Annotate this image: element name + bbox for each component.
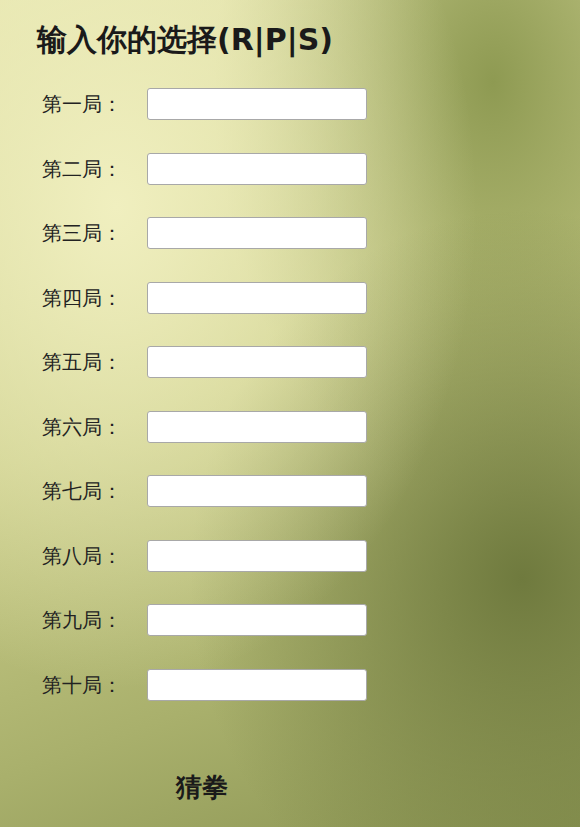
round-row: 第六局： bbox=[0, 411, 580, 443]
round-input[interactable] bbox=[147, 217, 367, 249]
round-row: 第八局： bbox=[0, 540, 580, 572]
round-row: 第二局： bbox=[0, 153, 580, 185]
round-label: 第十局： bbox=[42, 671, 147, 699]
round-label: 第四局： bbox=[42, 284, 147, 312]
round-label: 第二局： bbox=[42, 155, 147, 183]
round-row: 第四局： bbox=[0, 282, 580, 314]
forest-photo-page: 输入你的选择(R|P|S) 第一局： 第二局： 第三局： 第四局： 第五局： 第六局： 第七局… bbox=[0, 0, 580, 827]
round-input[interactable] bbox=[147, 669, 367, 701]
round-input[interactable] bbox=[147, 540, 367, 572]
round-input[interactable] bbox=[147, 153, 367, 185]
round-input[interactable] bbox=[147, 604, 367, 636]
round-label: 第八局： bbox=[42, 542, 147, 570]
round-row: 第九局： bbox=[0, 604, 580, 636]
round-row: 第三局： bbox=[0, 217, 580, 249]
round-label: 第九局： bbox=[42, 606, 147, 634]
round-input[interactable] bbox=[147, 88, 367, 120]
round-row: 第五局： bbox=[0, 346, 580, 378]
round-input[interactable] bbox=[147, 475, 367, 507]
round-input[interactable] bbox=[147, 346, 367, 378]
round-row: 第一局： bbox=[0, 88, 580, 120]
round-label: 第五局： bbox=[42, 348, 147, 376]
round-list: 第一局： 第二局： 第三局： 第四局： 第五局： 第六局： 第七局： 第八局： 第九局： 第十局： bbox=[0, 88, 580, 701]
round-label: 第一局： bbox=[42, 90, 147, 118]
round-label: 第三局： bbox=[42, 219, 147, 247]
round-label: 第七局： bbox=[42, 477, 147, 505]
heading: 输入你的选择(R|P|S) bbox=[0, 17, 580, 63]
round-row: 第七局： bbox=[0, 475, 580, 507]
round-input[interactable] bbox=[147, 282, 367, 314]
round-row: 第十局： bbox=[0, 669, 580, 701]
round-input[interactable] bbox=[147, 411, 367, 443]
guess-button[interactable]: 猜拳 bbox=[172, 767, 232, 807]
round-label: 第六局： bbox=[42, 413, 147, 441]
